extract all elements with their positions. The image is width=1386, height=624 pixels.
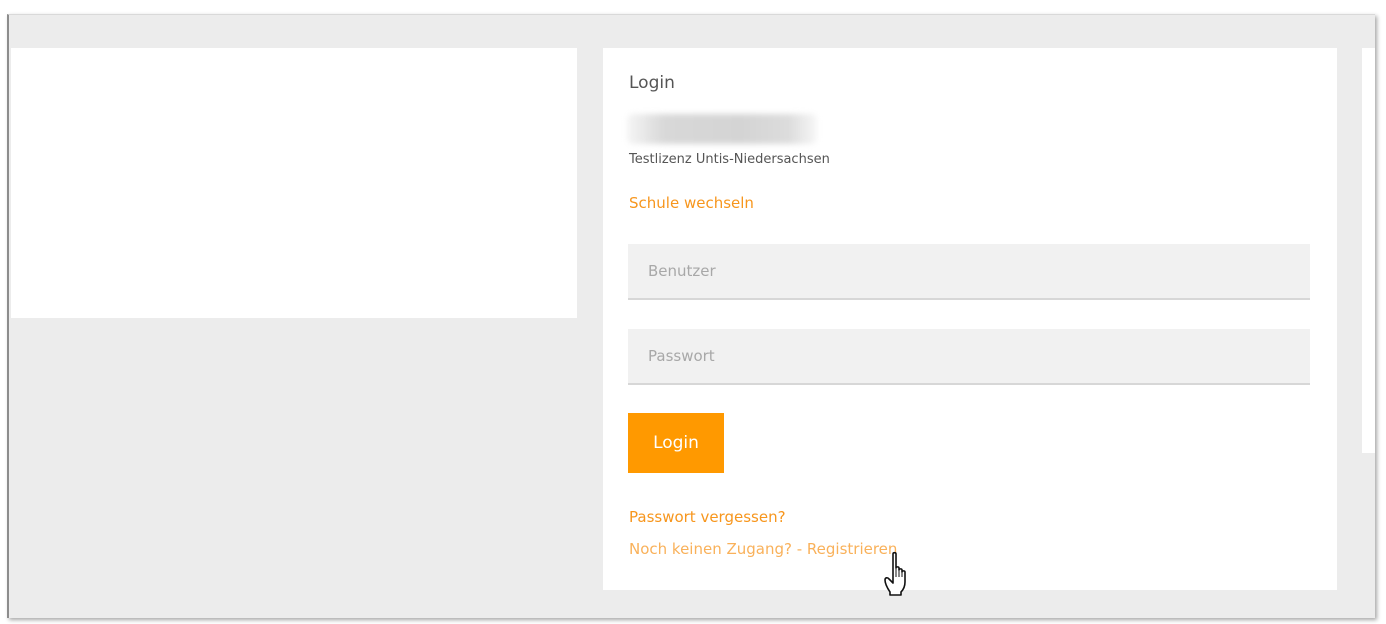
register-link[interactable]: Noch keinen Zugang? - Registrieren — [629, 540, 897, 558]
right-content-panel — [1362, 48, 1375, 453]
login-card: Login Testlizenz Untis-Niedersachsen Sch… — [603, 48, 1337, 590]
username-input[interactable] — [628, 244, 1310, 300]
browser-viewport: Login Testlizenz Untis-Niedersachsen Sch… — [7, 14, 1375, 618]
password-input[interactable] — [628, 329, 1310, 385]
hand-pointer-icon — [884, 551, 906, 596]
school-name-redacted — [627, 114, 817, 144]
forgot-password-link[interactable]: Passwort vergessen? — [629, 508, 786, 526]
change-school-link[interactable]: Schule wechseln — [629, 194, 754, 212]
left-content-panel — [11, 48, 577, 318]
login-button[interactable]: Login — [628, 413, 724, 473]
login-title: Login — [629, 73, 675, 93]
license-text: Testlizenz Untis-Niedersachsen — [629, 152, 830, 167]
